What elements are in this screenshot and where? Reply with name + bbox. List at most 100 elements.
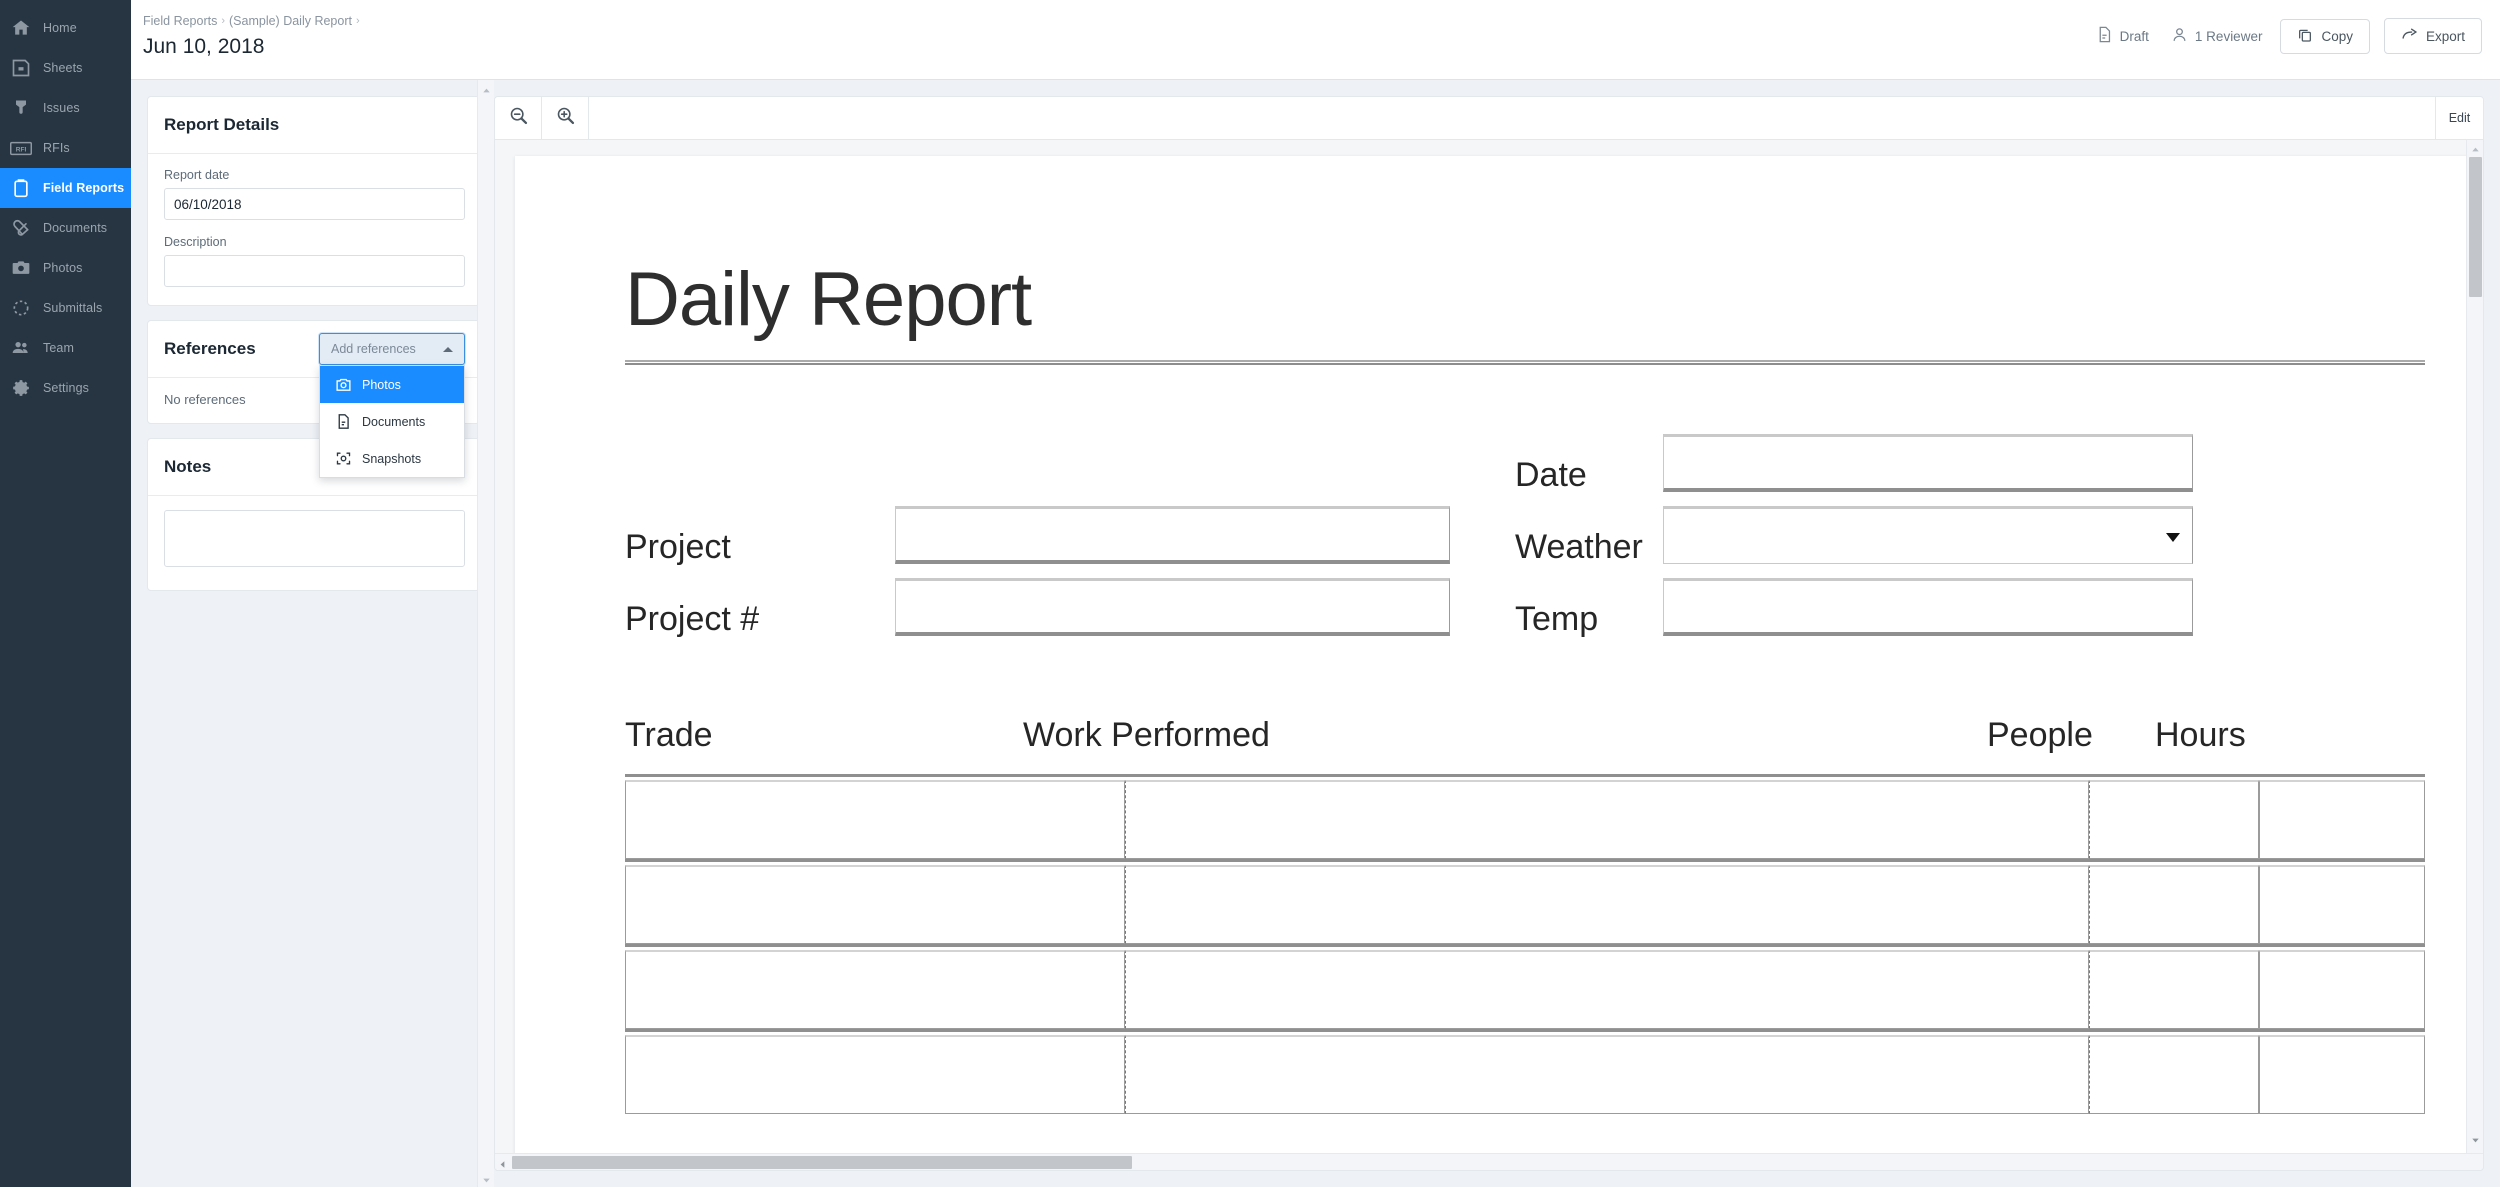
topbar-left: Field Reports › (Sample) Daily Report › … — [131, 0, 360, 59]
description-group: Description — [164, 235, 465, 287]
menu-item-documents[interactable]: Documents — [320, 403, 464, 440]
reviewer-chip[interactable]: 1 Reviewer — [2167, 22, 2267, 50]
table-cell-people[interactable] — [2089, 1035, 2259, 1114]
references-panel: References Add references Photos Documen… — [147, 320, 480, 478]
field-input-temp[interactable] — [1663, 578, 2193, 636]
table-cell-trade[interactable] — [625, 780, 1125, 859]
table-cell-hours[interactable] — [2259, 1035, 2425, 1114]
table-header-people: People — [1987, 716, 2093, 754]
add-references-button[interactable]: Add references — [319, 333, 465, 365]
field-label-weather: Weather — [1515, 528, 1643, 566]
field-input-weather[interactable] — [1663, 506, 2193, 564]
camera-icon — [334, 376, 352, 394]
sidebar-item-settings[interactable]: Settings — [0, 368, 131, 408]
sidebar-item-label: Submittals — [43, 301, 103, 315]
zoom-in-button[interactable] — [542, 97, 589, 139]
scroll-down-icon[interactable] — [2470, 1133, 2481, 1151]
sidebar-item-submittals[interactable]: Submittals — [0, 288, 131, 328]
table-cell-work-performed[interactable] — [1125, 780, 2089, 859]
viewer-horizontal-scrollbar[interactable] — [495, 1153, 2483, 1170]
table-cell-people[interactable] — [2089, 780, 2259, 859]
table-cell-work-performed[interactable] — [1125, 865, 2089, 944]
sheets-icon — [10, 57, 32, 79]
field-input-project[interactable] — [895, 506, 1450, 564]
add-references-dropdown: Add references Photos Documents Snapshot… — [319, 333, 465, 478]
references-header: References Add references Photos Documen… — [148, 321, 479, 478]
table-cell-trade[interactable] — [625, 865, 1125, 944]
export-button[interactable]: Export — [2383, 18, 2482, 54]
page-title: Jun 10, 2018 — [143, 35, 265, 58]
report-details-panel: Report Details Report date Description — [147, 96, 480, 306]
table-header-trade: Trade — [625, 716, 713, 754]
scroll-down-icon[interactable] — [481, 1173, 492, 1184]
scroll-left-icon[interactable] — [497, 1157, 508, 1170]
menu-item-snapshots[interactable]: Snapshots — [320, 440, 464, 477]
sidebar-item-rfis[interactable]: RFI RFIs — [0, 128, 131, 168]
breadcrumb-item-field-reports[interactable]: Field Reports — [143, 14, 217, 28]
table-row — [625, 859, 2425, 944]
table-row — [625, 774, 2425, 859]
details-scrollbar[interactable] — [477, 80, 494, 1187]
viewer-toolbar: Edit — [495, 97, 2483, 140]
sidebar-item-sheets[interactable]: Sheets — [0, 48, 131, 88]
table-cell-people[interactable] — [2089, 950, 2259, 1029]
menu-item-label: Documents — [362, 414, 426, 429]
report-date-input[interactable] — [164, 188, 465, 220]
zoom-out-button[interactable] — [495, 97, 542, 139]
document-title: Daily Report — [625, 257, 1032, 342]
field-label-project-number: Project # — [625, 600, 760, 638]
table-cell-hours[interactable] — [2259, 780, 2425, 859]
horizontal-scroll-thumb[interactable] — [512, 1156, 1132, 1169]
add-references-label: Add references — [331, 342, 416, 356]
document-canvas[interactable]: Daily Report Date Project Weather Projec… — [495, 140, 2466, 1153]
camera-icon — [10, 257, 32, 279]
details-column: Report Details Report date Description — [131, 80, 494, 1187]
document-content: Daily Report Date Project Weather Projec… — [515, 156, 2466, 1153]
status-badge[interactable]: Draft — [2092, 22, 2153, 50]
sidebar-item-issues[interactable]: Issues — [0, 88, 131, 128]
sidebar-item-photos[interactable]: Photos — [0, 248, 131, 288]
table-cell-hours[interactable] — [2259, 950, 2425, 1029]
edit-button[interactable]: Edit — [2436, 97, 2483, 139]
document-page: Daily Report Date Project Weather Projec… — [515, 156, 2466, 1153]
zoom-out-icon — [508, 105, 529, 131]
copy-button[interactable]: Copy — [2280, 18, 2370, 54]
table-cell-work-performed[interactable] — [1125, 1035, 2089, 1114]
sidebar-item-documents[interactable]: Documents — [0, 208, 131, 248]
description-input[interactable] — [164, 255, 465, 287]
sidebar-item-home[interactable]: Home — [0, 8, 131, 48]
breadcrumb-item-sample-daily-report[interactable]: (Sample) Daily Report — [229, 14, 352, 28]
table-cell-hours[interactable] — [2259, 865, 2425, 944]
menu-item-label: Photos — [362, 377, 401, 392]
sidebar-item-label: Field Reports — [43, 181, 125, 195]
clipboard-icon — [10, 177, 32, 199]
table-header-hours: Hours — [2155, 716, 2246, 754]
work-table — [625, 774, 2425, 1153]
title-rule — [625, 360, 2425, 365]
share-arrow-icon — [2401, 26, 2418, 46]
scroll-up-icon[interactable] — [481, 83, 492, 94]
breadcrumb-separator: › — [355, 15, 360, 27]
sidebar-item-team[interactable]: Team — [0, 328, 131, 368]
field-input-project-number[interactable] — [895, 578, 1450, 636]
breadcrumb: Field Reports › (Sample) Daily Report › — [143, 14, 360, 28]
viewer-vertical-scrollbar[interactable] — [2466, 140, 2483, 1153]
snapshot-icon — [334, 450, 352, 468]
field-input-date[interactable] — [1663, 434, 2193, 492]
table-cell-trade[interactable] — [625, 950, 1125, 1029]
vertical-scroll-thumb[interactable] — [2469, 157, 2482, 297]
table-cell-trade[interactable] — [625, 1035, 1125, 1114]
status-label: Draft — [2119, 28, 2149, 44]
table-cell-work-performed[interactable] — [1125, 950, 2089, 1029]
sidebar-item-field-reports[interactable]: Field Reports — [0, 168, 131, 208]
menu-item-photos[interactable]: Photos — [320, 366, 464, 403]
toolbar-spacer — [589, 97, 2436, 139]
sidebar-item-label: Settings — [43, 381, 89, 395]
notes-textarea[interactable] — [164, 510, 465, 567]
table-cell-people[interactable] — [2089, 865, 2259, 944]
content-body: Report Details Report date Description — [131, 80, 2500, 1187]
add-references-menu: Photos Documents Snapshots — [319, 365, 465, 478]
document-icon — [334, 413, 352, 431]
report-date-group: Report date — [164, 168, 465, 220]
sidebar-item-label: Issues — [43, 101, 80, 115]
